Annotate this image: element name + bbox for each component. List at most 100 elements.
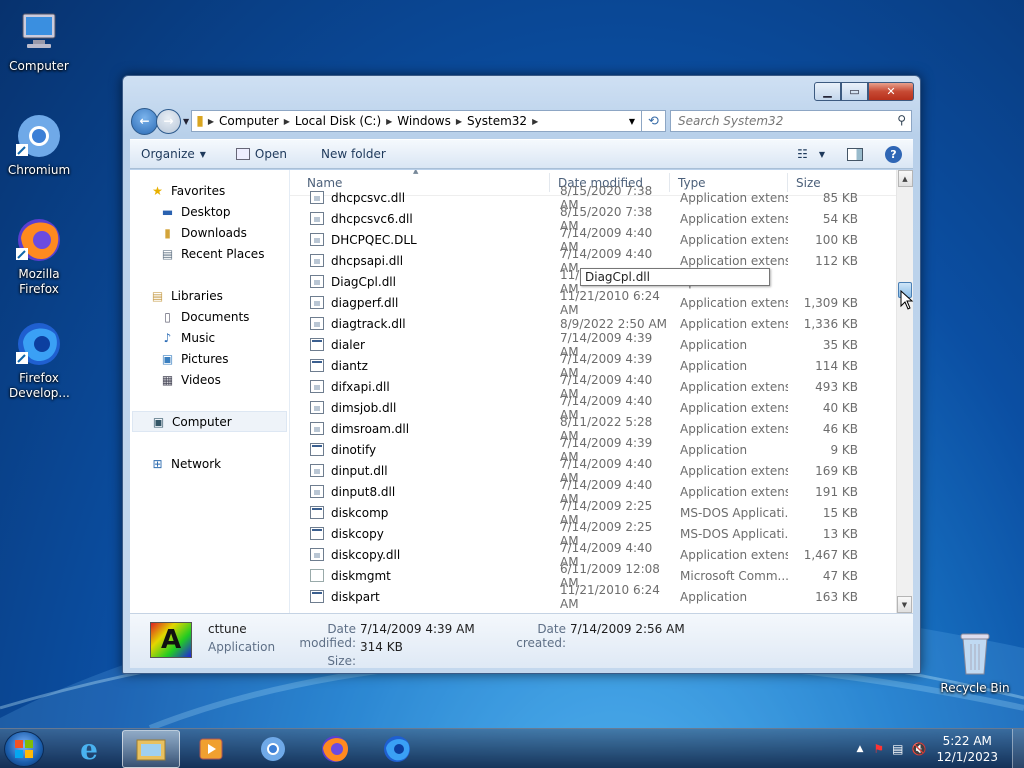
help-button[interactable]: ?	[874, 145, 913, 163]
taskbar-internet-explorer[interactable]: e	[60, 730, 118, 768]
show-desktop-button[interactable]	[1012, 729, 1024, 768]
breadcrumb-windows[interactable]: Windows	[392, 114, 456, 128]
nav-recent-places[interactable]: ▤ Recent Places	[130, 243, 289, 264]
column-header-type[interactable]: Type	[670, 173, 788, 192]
nav-favorites[interactable]: ★ Favorites	[130, 180, 289, 201]
breadcrumb-system32[interactable]: System32	[462, 114, 532, 128]
minimize-button[interactable]: ▁	[814, 82, 841, 101]
recent-pages-dropdown[interactable]: ▼	[183, 117, 189, 126]
scroll-down-button[interactable]: ▼	[897, 596, 912, 613]
start-button[interactable]	[4, 731, 44, 767]
volume-muted-icon[interactable]: 🔇	[912, 742, 927, 756]
network-status-icon[interactable]: ▤	[892, 742, 903, 756]
videos-icon: ▦	[161, 372, 174, 387]
taskbar: e ▲ ⚑ ▤ 🔇 5:22 AM 12/1/2023	[0, 728, 1024, 768]
change-view-button[interactable]: ☷ ▼	[786, 147, 836, 161]
downloads-folder-icon: ▮	[164, 225, 171, 240]
nav-computer[interactable]: ▣ Computer	[132, 411, 287, 432]
open-button[interactable]: Open	[225, 147, 298, 161]
file-type: Application extens...	[680, 253, 788, 268]
nav-downloads[interactable]: ▮ Downloads	[130, 222, 289, 243]
nav-label: Videos	[181, 372, 221, 387]
vertical-scrollbar[interactable]: ▲ ▼	[896, 170, 913, 613]
file-name-cell: diskcomp	[290, 506, 550, 520]
nav-desktop[interactable]: ▬ Desktop	[130, 201, 289, 222]
taskbar-firefox-developer[interactable]	[368, 730, 426, 768]
file-name-cell: difxapi.dll	[290, 380, 550, 394]
nav-network[interactable]: ⊞ Network	[130, 453, 289, 474]
address-bar[interactable]: ▮ ▶ Computer ▶ Local Disk (C:) ▶ Windows…	[191, 110, 642, 132]
desktop-icon-recycle-bin[interactable]: Recycle Bin	[937, 630, 1013, 696]
column-header-name[interactable]: Name ▲	[290, 170, 550, 192]
mouse-cursor	[900, 290, 914, 310]
file-name-cell: dhcpsapi.dll	[290, 254, 550, 268]
nav-videos[interactable]: ▦ Videos	[130, 369, 289, 390]
refresh-button[interactable]: ⟲	[642, 110, 666, 132]
dll-file-icon	[310, 401, 324, 414]
view-list-icon: ☷	[797, 147, 808, 161]
nav-music[interactable]: ♪ Music	[130, 327, 289, 348]
breadcrumb-local-disk[interactable]: Local Disk (C:)	[290, 114, 386, 128]
search-icon[interactable]: ⚲	[897, 113, 906, 127]
table-row[interactable]: diagperf.dll 11/21/2010 6:24 AM Applicatio…	[290, 289, 913, 317]
column-label: Type	[678, 175, 706, 190]
scroll-up-button[interactable]: ▲	[897, 170, 913, 187]
application-icon	[310, 506, 324, 519]
table-row[interactable]: diskpart 11/21/2010 6:24 AM Application 163…	[290, 583, 913, 611]
file-tooltip: DiagCpl.dll	[580, 268, 770, 286]
file-date: 8/9/2022 2:50 AM	[560, 316, 668, 331]
taskbar-windows-explorer[interactable]	[122, 730, 180, 768]
address-dropdown-icon[interactable]: ▼	[629, 117, 635, 126]
nav-libraries[interactable]: ▤ Libraries	[130, 285, 289, 306]
desktop-icon-chromium[interactable]: Chromium	[1, 112, 77, 178]
column-header-size[interactable]: Size	[788, 173, 868, 192]
taskbar-chromium[interactable]	[244, 730, 302, 768]
media-player-icon	[199, 738, 223, 760]
breadcrumb-separator[interactable]: ▶	[532, 117, 538, 126]
desktop-icon-label: Recycle Bin	[940, 681, 1010, 695]
caption-buttons: ▁ ▭ ✕	[814, 82, 914, 101]
file-name-cell: diagtrack.dll	[290, 317, 550, 331]
taskbar-firefox[interactable]	[306, 730, 364, 768]
taskbar-media-player[interactable]	[182, 730, 240, 768]
details-size: 314 KB	[360, 640, 403, 654]
new-folder-button[interactable]: New folder	[310, 147, 397, 161]
back-button[interactable]: ←	[131, 107, 158, 135]
maximize-button[interactable]: ▭	[841, 82, 868, 101]
application-icon	[310, 359, 324, 372]
file-type: Application extens...	[680, 484, 788, 499]
action-center-icon[interactable]: ⚑	[873, 742, 884, 756]
file-type: Application extens...	[680, 316, 788, 331]
details-date-created-label: Date created:	[516, 622, 566, 650]
file-name: diantz	[331, 358, 368, 373]
breadcrumb-computer[interactable]: Computer	[214, 114, 284, 128]
firefox-developer-icon	[384, 736, 410, 762]
star-icon: ★	[152, 183, 163, 198]
application-icon	[310, 590, 324, 603]
nav-documents[interactable]: ▯ Documents	[130, 306, 289, 327]
search-box[interactable]: Search System32 ⚲	[670, 110, 912, 132]
content-area: ★ Favorites ▬ Desktop ▮ Downloads ▤ Recent P…	[130, 170, 913, 613]
nav-label: Documents	[181, 309, 250, 324]
show-hidden-icons-button[interactable]: ▲	[856, 744, 863, 754]
documents-icon: ▯	[164, 309, 171, 324]
application-icon	[310, 527, 324, 540]
file-name: diagperf.dll	[331, 295, 399, 310]
nav-pictures[interactable]: ▣ Pictures	[130, 348, 289, 369]
file-name-cell: dinotify	[290, 443, 550, 457]
preview-pane-button[interactable]	[836, 147, 874, 161]
forward-button[interactable]: →	[156, 108, 181, 134]
desktop-icon-firefox-dev[interactable]: Firefox Develop...	[1, 320, 77, 401]
file-size: 54 KB	[822, 211, 858, 226]
dll-file-icon	[310, 191, 324, 204]
close-button[interactable]: ✕	[868, 82, 914, 101]
file-date: 11/21/2010 6:24 AM	[560, 582, 660, 611]
clock[interactable]: 5:22 AM 12/1/2023	[936, 733, 998, 765]
desktop-icon-firefox[interactable]: Mozilla Firefox	[1, 216, 77, 297]
dll-file-icon	[310, 548, 324, 561]
file-name-cell: dinput8.dll	[290, 485, 550, 499]
nav-label: Favorites	[171, 183, 226, 198]
file-name: dhcpcsvc6.dll	[331, 211, 413, 226]
desktop-icon-computer[interactable]: Computer	[1, 8, 77, 74]
organize-button[interactable]: Organize ▼	[130, 147, 217, 161]
